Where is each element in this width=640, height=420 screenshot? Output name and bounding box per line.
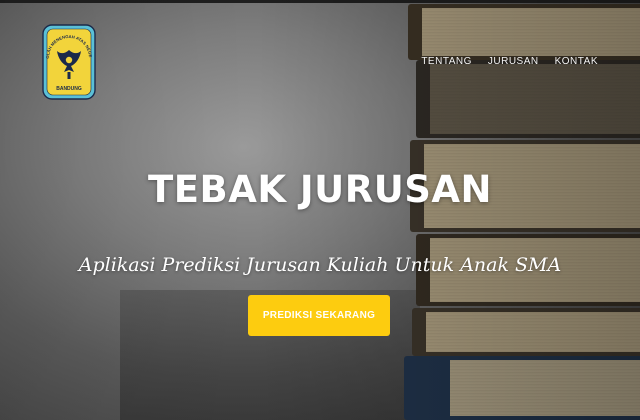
hero-subtitle: Aplikasi Prediksi Jurusan Kuliah Untuk A… <box>78 254 562 276</box>
nav-link-kontak[interactable]: KONTAK <box>555 56 598 67</box>
main-nav: TENTANG JURUSAN KONTAK <box>421 56 598 67</box>
hero-section: SEKOLAH MENENGAH ATAS NEGERI 10 BANDUNG … <box>0 0 640 420</box>
predict-now-button[interactable]: PREDIKSI SEKARANG <box>248 295 390 336</box>
nav-link-tentang[interactable]: TENTANG <box>421 56 472 67</box>
hero-title: TEBAK JURUSAN <box>148 168 492 211</box>
school-logo[interactable]: SEKOLAH MENENGAH ATAS NEGERI 10 BANDUNG <box>42 24 96 100</box>
logo-city-text: BANDUNG <box>56 86 82 92</box>
nav-link-jurusan[interactable]: JURUSAN <box>488 56 539 67</box>
